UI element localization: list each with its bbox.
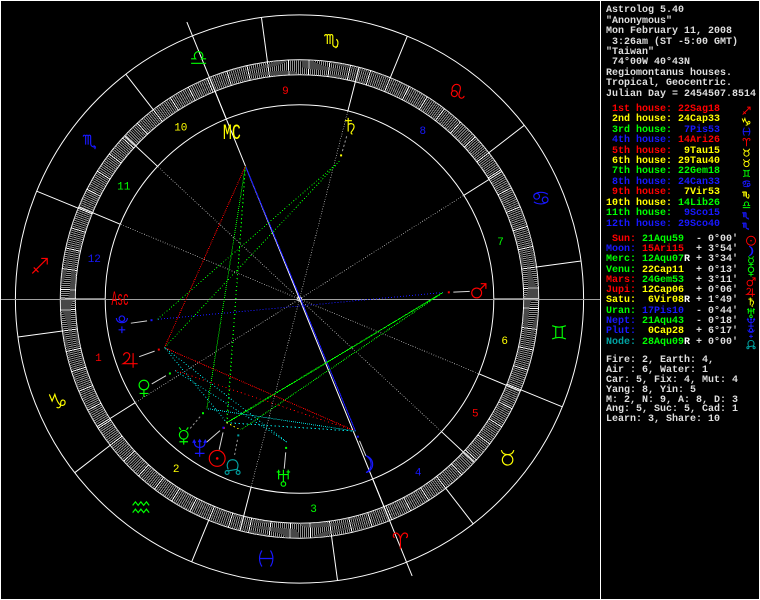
svg-text:4: 4 bbox=[415, 467, 422, 479]
svg-text:6: 6 bbox=[501, 336, 508, 348]
svg-text:5: 5 bbox=[472, 409, 479, 421]
svg-text:7: 7 bbox=[497, 237, 504, 249]
svg-text:12: 12 bbox=[88, 254, 101, 266]
svg-text:Asc: Asc bbox=[111, 288, 128, 311]
svg-text:MC: MC bbox=[223, 120, 241, 146]
svg-text:8: 8 bbox=[419, 126, 426, 138]
svg-text:11: 11 bbox=[117, 182, 131, 194]
svg-text:10: 10 bbox=[174, 123, 187, 135]
svg-text:9: 9 bbox=[282, 86, 289, 98]
svg-text:1: 1 bbox=[95, 353, 102, 365]
svg-text:2: 2 bbox=[173, 464, 180, 476]
svg-text:3: 3 bbox=[310, 504, 317, 516]
